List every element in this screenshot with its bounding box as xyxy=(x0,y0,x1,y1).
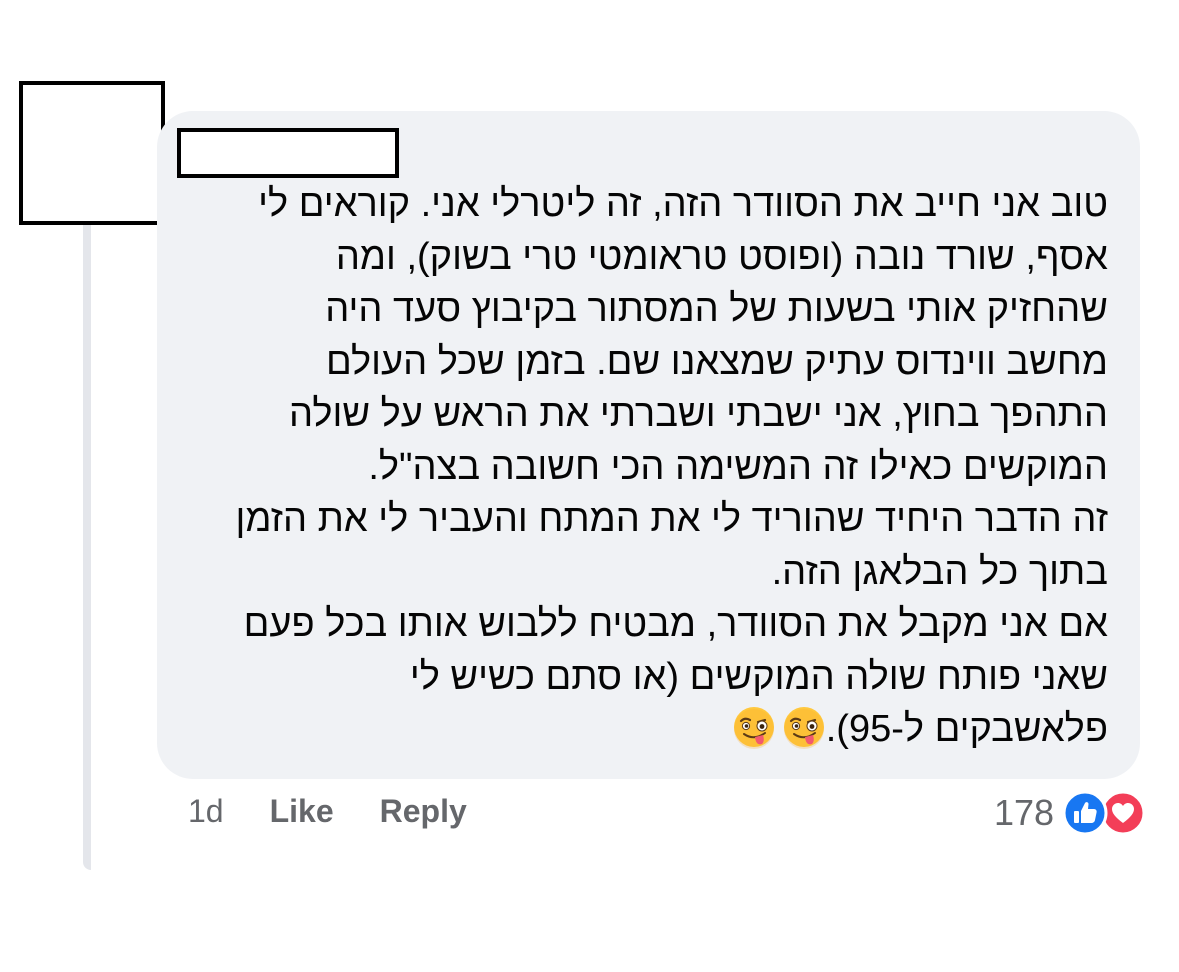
comment-line: אסף, שורד נובה (ופוסט טראומטי טרי בשוק),… xyxy=(335,235,1108,278)
reactions-summary[interactable]: 178 xyxy=(994,790,1148,836)
like-button[interactable]: Like xyxy=(270,793,334,830)
comment-line: התהפך בחוץ, אני ישבתי ושברתי את הראש על … xyxy=(289,393,1108,435)
comment-last-line: פלאשבקים ל-95). xyxy=(180,703,1108,756)
winking-face-with-tongue-emoji-icon xyxy=(732,705,776,749)
timestamp-link[interactable]: 1d xyxy=(188,793,224,830)
comment-line: זה הדבר היחיד שהוריד לי את המתח והעביר ל… xyxy=(235,498,1108,540)
comment-line: בתוך כל הבלאגן הזה. xyxy=(771,550,1108,593)
thread-connector-line xyxy=(83,222,91,870)
comment-line: אם אני מקבל את הסוודר, מבטיח ללבוש אותו … xyxy=(243,603,1108,645)
comment-line: מחשב ווינדוס עתיק שמצאנו שם. בזמן שכל הע… xyxy=(325,340,1108,383)
comment-line: המוקשים כאילו זה המשימה הכי חשובה בצה"ל. xyxy=(368,445,1108,488)
winking-face-with-tongue-emoji-icon xyxy=(782,705,826,749)
reply-button[interactable]: Reply xyxy=(380,793,467,830)
comment-actions: 1d Like Reply xyxy=(188,793,513,830)
reaction-icons xyxy=(1062,790,1148,836)
comment-line: שהחזיק אותי בשעות של המסתור בקיבוץ סעד ה… xyxy=(325,288,1108,330)
comment-line-text: פלאשבקים ל-95). xyxy=(825,708,1108,750)
like-reaction-icon xyxy=(1062,790,1108,836)
comment-line: שאני פותח שולה המוקשים (או סתם כשיש לי xyxy=(409,655,1108,698)
author-name-redacted[interactable] xyxy=(177,128,399,178)
avatar-redacted[interactable] xyxy=(19,81,165,225)
reaction-count: 178 xyxy=(994,792,1055,833)
comment-body: טוב אני חייב את הסוודר הזה, זה ליטרלי אנ… xyxy=(180,178,1108,756)
comment-line: טוב אני חייב את הסוודר הזה, זה ליטרלי אנ… xyxy=(258,183,1108,225)
